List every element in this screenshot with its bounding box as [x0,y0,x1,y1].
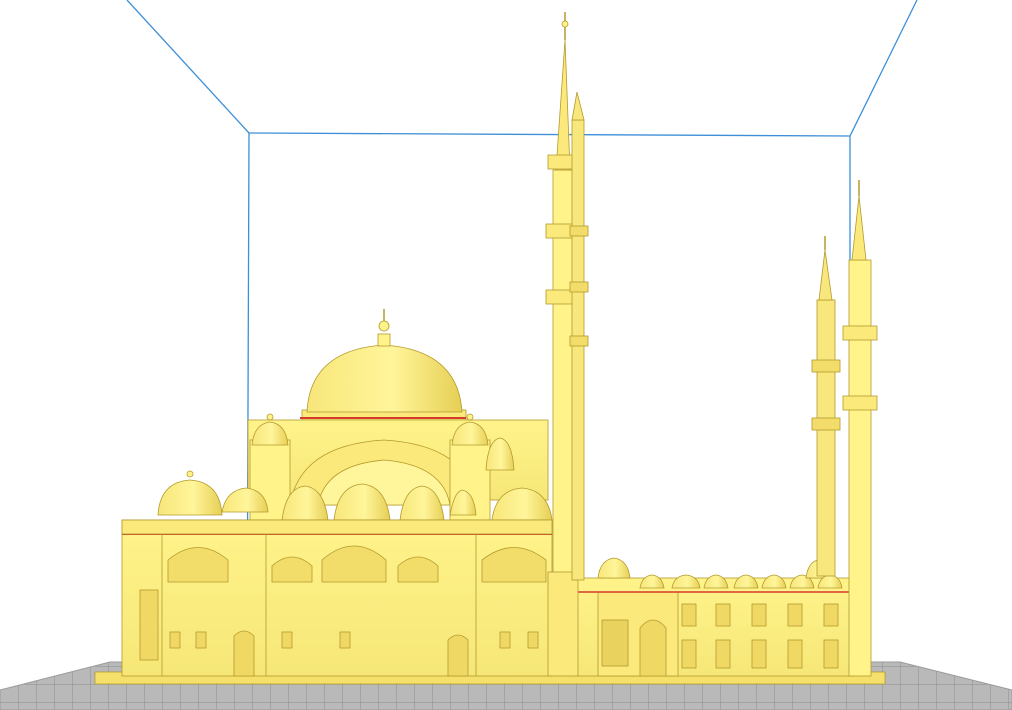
main-dome [300,309,467,423]
minaret-tall-back [569,91,589,581]
minaret-right-back [811,236,841,577]
prayer-hall-facade [121,519,553,677]
courtyard-portico [574,577,856,677]
3d-viewport[interactable] [0,0,1012,710]
mosque-model[interactable] [94,12,886,685]
